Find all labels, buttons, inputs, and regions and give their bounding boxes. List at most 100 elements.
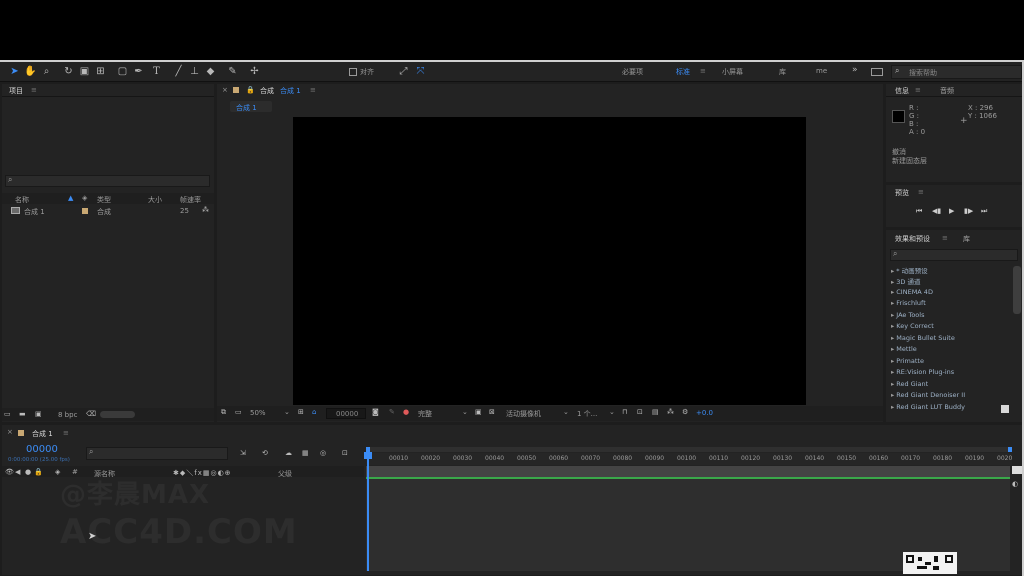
exposure-value[interactable]: +0.0 <box>696 409 713 417</box>
zoom-tool-icon[interactable]: ⌕ <box>40 65 53 78</box>
roto-brush-tool-icon[interactable]: ✎ <box>226 65 239 78</box>
puppet-pin-tool-icon[interactable]: ✢ <box>248 65 261 78</box>
composition-panel-menu-icon[interactable]: ≡ <box>310 86 316 94</box>
effects-item[interactable]: ▸ RE:Vision Plug-ins <box>891 368 954 376</box>
trash-icon[interactable]: ⌫ <box>86 410 96 418</box>
composition-tab-name[interactable]: 合成 1 <box>280 86 301 96</box>
exposure-reset-icon[interactable]: ⚙ <box>682 408 688 416</box>
brush-tool-icon[interactable]: ╱ <box>172 65 185 78</box>
shy-layers-icon[interactable]: ☁ <box>285 449 292 457</box>
rectangle-tool-icon[interactable]: ▢ <box>116 65 129 78</box>
preview-title[interactable]: 预览 <box>895 188 909 198</box>
hand-tool-icon[interactable]: ✋ <box>24 65 37 78</box>
interpret-footage-icon[interactable]: ▭ <box>4 410 11 418</box>
effects-scrollbar[interactable] <box>1013 266 1021 314</box>
timeline-tab[interactable]: 合成 1 <box>32 429 53 439</box>
motion-blur-icon[interactable]: ◎ <box>320 449 326 457</box>
fast-preview-icon[interactable]: ⊡ <box>637 408 643 416</box>
play-icon[interactable]: ▶ <box>949 207 954 215</box>
more-workspaces-icon[interactable]: » <box>852 65 858 75</box>
new-folder-icon[interactable]: ▬ <box>19 410 26 418</box>
effects-item[interactable]: ▸ CINEMA 4D <box>891 288 933 296</box>
project-panel-menu-icon[interactable]: ≡ <box>31 86 37 94</box>
type-tool-icon[interactable]: T <box>150 65 163 78</box>
snap-target-icon[interactable]: ⤧ <box>414 65 427 78</box>
rotate-tool-icon[interactable]: ↻ <box>62 65 75 78</box>
snap-checkbox[interactable] <box>349 68 357 76</box>
magnification-icon[interactable]: ⧉ <box>221 408 226 417</box>
info-tab[interactable]: 信息 <box>895 86 909 96</box>
close-tab-icon[interactable]: × <box>222 86 228 94</box>
effects-item[interactable]: ▸ 3D 通道 <box>891 276 920 286</box>
workspace-essentials[interactable]: 必要项 <box>622 67 643 77</box>
timeline-search-input[interactable] <box>86 447 228 460</box>
effects-item[interactable]: ▸ Magic Bullet Suite <box>891 334 955 342</box>
playhead[interactable] <box>367 453 369 571</box>
composition-viewer[interactable] <box>293 117 806 405</box>
clone-stamp-tool-icon[interactable]: ⊥ <box>188 65 201 78</box>
zoom-out-timeline-icon[interactable]: ◐ <box>1012 480 1018 488</box>
work-area-end-handle[interactable] <box>1008 447 1012 452</box>
workspace-me[interactable]: me <box>816 67 827 75</box>
time-navigator-bar[interactable] <box>366 466 1010 477</box>
thumbnail-slider[interactable] <box>100 411 135 418</box>
effects-item[interactable]: ▸ * 动画预设 <box>891 265 928 275</box>
audio-icon[interactable]: ◀ <box>15 468 20 476</box>
solo-icon[interactable]: ● <box>25 468 31 476</box>
graph-editor-icon[interactable]: ⊡ <box>342 449 348 457</box>
last-frame-icon[interactable]: ⏭ <box>981 207 987 216</box>
effects-item[interactable]: ▸ Key Correct <box>891 322 934 330</box>
resolution-select[interactable]: 完整 <box>418 409 432 419</box>
next-frame-icon[interactable]: ▮▶ <box>964 207 973 215</box>
label-color-swatch[interactable] <box>82 208 88 214</box>
effects-item[interactable]: ▸ Primatte <box>891 357 924 365</box>
effects-search-input[interactable] <box>890 249 1018 261</box>
project-panel-title[interactable]: 项目 <box>9 86 23 96</box>
zoom-in-timeline-icon[interactable] <box>1012 466 1022 474</box>
pan-behind-tool-icon[interactable]: ⊞ <box>94 65 107 78</box>
library-tab[interactable]: 库 <box>963 234 970 244</box>
preview-menu-icon[interactable]: ≡ <box>918 188 924 196</box>
column-fps[interactable]: 帧速率 <box>180 195 201 205</box>
frame-blending-icon[interactable]: ▦ <box>302 449 309 457</box>
effects-item[interactable]: ▸ Frischluft <box>891 299 926 307</box>
workspace-small-screen[interactable]: 小屏幕 <box>722 67 743 77</box>
color-channel-icon[interactable]: ● <box>403 408 409 416</box>
column-size[interactable]: 大小 <box>148 195 162 205</box>
zoom-select[interactable]: 50% <box>250 409 266 417</box>
audio-tab[interactable]: 音频 <box>940 86 954 96</box>
info-menu-icon[interactable]: ≡ <box>915 86 921 94</box>
new-effect-icon[interactable] <box>1001 405 1009 413</box>
display-icon[interactable]: ▭ <box>235 408 242 416</box>
workspace-library[interactable]: 库 <box>779 67 786 77</box>
camera-tool-icon[interactable]: ▣ <box>78 65 91 78</box>
lock-icon[interactable]: 🔒 <box>34 468 43 476</box>
previous-frame-icon[interactable]: ◀▮ <box>932 207 941 215</box>
selection-tool-icon[interactable]: ➤ <box>8 65 21 78</box>
flowchart-icon[interactable]: ⁂ <box>202 206 209 214</box>
composition-mini-flowchart-icon[interactable]: ⇲ <box>240 449 246 457</box>
snap-options-icon[interactable]: ⤢ <box>397 65 410 78</box>
camera-select[interactable]: 活动摄像机 <box>506 409 541 419</box>
pen-tool-icon[interactable]: ✒ <box>132 65 145 78</box>
lock-icon[interactable]: 🔒 <box>246 86 255 94</box>
effects-item[interactable]: ▸ JAe Tools <box>891 311 924 319</box>
first-frame-icon[interactable]: ⏮ <box>916 207 922 216</box>
sync-settings-icon[interactable] <box>871 68 883 76</box>
project-search-input[interactable] <box>5 175 210 187</box>
eye-icon[interactable]: 👁 <box>5 468 14 476</box>
composition-tab-title[interactable]: 合成 <box>260 86 274 96</box>
grid-overlay-icon[interactable]: ⊞ <box>298 408 304 416</box>
work-area-bar[interactable] <box>366 447 1012 452</box>
column-parent[interactable]: 父级 <box>278 469 292 479</box>
eraser-tool-icon[interactable]: ◆ <box>204 65 217 78</box>
effects-menu-icon[interactable]: ≡ <box>942 234 948 242</box>
column-type[interactable]: 类型 <box>97 195 111 205</box>
sort-up-icon[interactable]: ▲ <box>68 194 73 202</box>
current-time-display[interactable]: 00000 <box>26 444 58 455</box>
transparency-grid-icon[interactable]: ⊠ <box>489 408 495 416</box>
workspace-standard[interactable]: 标准 <box>676 67 690 77</box>
playhead-handle[interactable] <box>364 452 372 459</box>
close-tab-icon[interactable]: × <box>7 428 13 436</box>
effects-item[interactable]: ▸ Red Giant Denoiser II <box>891 391 965 399</box>
